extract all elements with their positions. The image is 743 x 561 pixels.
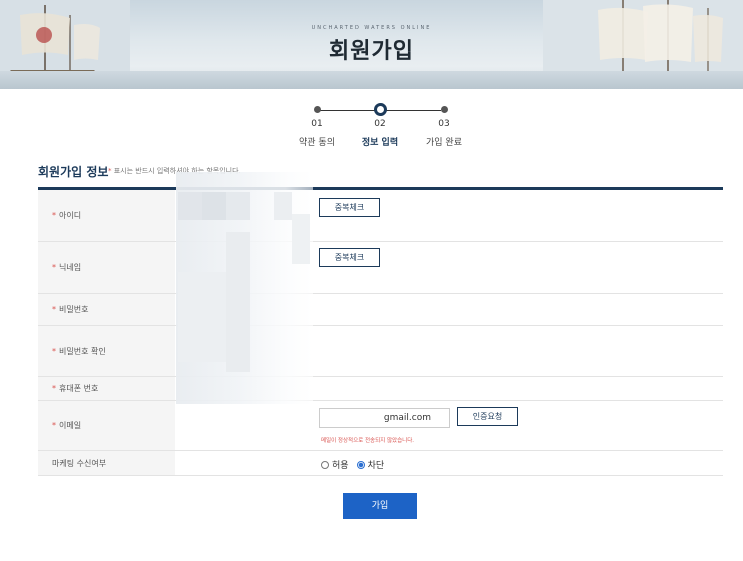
row-nickname: * 닉네임 중복체크 [38, 242, 723, 294]
row-email: * 이메일 gmail.com 인증요청 메일이 정상적으로 전송되지 않았습니… [38, 401, 723, 451]
field-marketing: 허용 차단 [175, 451, 723, 475]
step-number: 01 [311, 119, 323, 129]
step-dot [440, 106, 448, 113]
label-id: * 아이디 [38, 190, 175, 241]
required-star: * [52, 263, 56, 272]
page-title: 회원가입 [329, 39, 414, 64]
blur-block [292, 214, 310, 264]
row-phone: * 휴대폰 번호 [38, 377, 723, 401]
blur-block [226, 232, 250, 372]
label-text: 비밀번호 [59, 305, 89, 314]
row-password: * 비밀번호 [38, 294, 723, 326]
radio-label: 허용 [332, 461, 349, 471]
section-title: 회원가입 정보 [38, 165, 109, 179]
row-password-confirm: * 비밀번호 확인 [38, 326, 723, 377]
step-number: 03 [438, 119, 450, 129]
step-label: 가입 완료 [426, 138, 462, 148]
radio-circle [321, 460, 329, 469]
sea-strip [0, 71, 743, 89]
blur-block [274, 192, 292, 220]
step-2: 02 정보 입력 [350, 103, 410, 148]
radio-label: 차단 [367, 461, 385, 471]
label-text: 닉네임 [59, 263, 82, 272]
label-text: 이메일 [59, 421, 82, 430]
row-marketing: 마케팅 수신여부 허용 차단 [38, 451, 723, 476]
marketing-block-radio[interactable]: 차단 [356, 458, 385, 471]
step-1: 01 약관 동의 [287, 104, 347, 148]
email-input[interactable]: gmail.com [319, 408, 450, 428]
game-subtitle: UNCHARTED WATERS ONLINE [311, 25, 432, 31]
radio-circle-selected [356, 460, 365, 469]
step-dot [313, 106, 321, 113]
step-number: 02 [374, 119, 386, 129]
header-banner: UNCHARTED WATERS ONLINE 회원가입 [0, 0, 743, 89]
label-nickname: * 닉네임 [38, 242, 175, 293]
marketing-radio-group: 허용 차단 [321, 458, 384, 471]
marketing-allow-radio[interactable]: 허용 [321, 458, 349, 471]
required-star: * [108, 167, 112, 175]
step-label: 정보 입력 [361, 138, 399, 148]
label-email: * 이메일 [38, 401, 175, 450]
label-marketing: 마케팅 수신여부 [38, 451, 175, 475]
blur-block [226, 192, 250, 220]
id-dup-check-button[interactable]: 중복체크 [319, 198, 380, 217]
label-password-confirm: * 비밀번호 확인 [38, 326, 175, 376]
step-dot-active [373, 103, 387, 116]
field-email: gmail.com 인증요청 메일이 정상적으로 전송되지 않았습니다. [175, 401, 723, 450]
required-star: * [52, 211, 56, 220]
required-star: * [52, 384, 56, 393]
email-verify-button[interactable]: 인증요청 [457, 407, 518, 426]
nickname-dup-check-button[interactable]: 중복체크 [319, 248, 380, 267]
required-star: * [52, 346, 56, 356]
step-label: 약관 동의 [299, 138, 335, 148]
email-error-message: 메일이 정상적으로 전송되지 않았습니다. [321, 438, 415, 444]
label-text: 아이디 [59, 211, 82, 220]
label-text: 비밀번호 확인 [59, 346, 106, 356]
label-text: 마케팅 수신여부 [52, 458, 107, 468]
required-star: * [52, 421, 56, 430]
signup-steps: 01 약관 동의 02 정보 입력 03 가입 완료 [299, 103, 462, 154]
email-value: gmail.com [383, 413, 431, 423]
blur-block [202, 192, 226, 220]
signup-form: * 아이디 중복체크 * 닉네임 중복체크 * 비밀번호 * 비밀번호 확인 *… [38, 187, 723, 476]
redacted-blur-area [176, 172, 313, 404]
step-3: 03 가입 완료 [414, 104, 474, 148]
signup-submit-button[interactable]: 가입 [343, 493, 417, 519]
label-password: * 비밀번호 [38, 294, 175, 325]
label-phone: * 휴대폰 번호 [38, 377, 175, 400]
blur-block [178, 192, 202, 220]
blur-block [178, 272, 226, 362]
row-id: * 아이디 중복체크 [38, 190, 723, 242]
label-text: 휴대폰 번호 [59, 384, 99, 393]
required-star: * [52, 305, 56, 314]
